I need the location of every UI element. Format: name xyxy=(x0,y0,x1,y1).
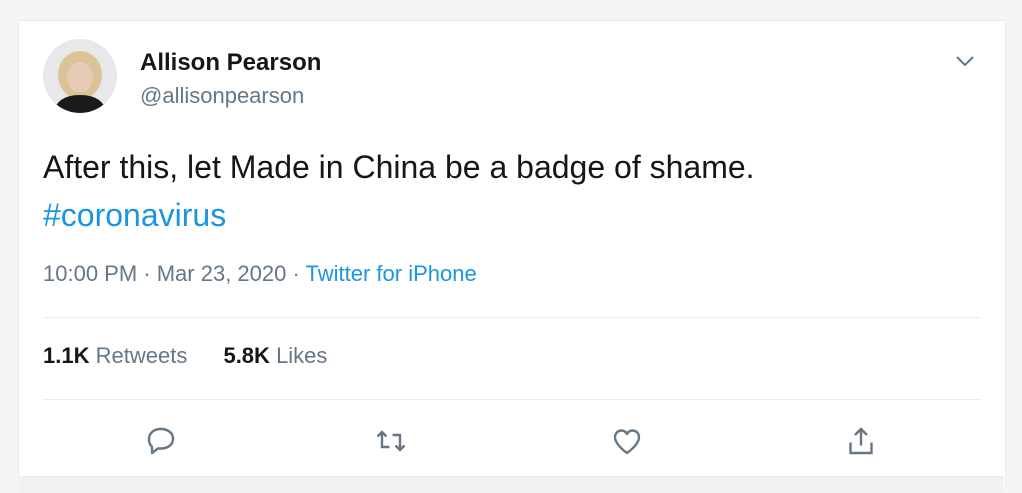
tweet-date[interactable]: Mar 23, 2020 xyxy=(157,261,287,286)
reply-icon[interactable] xyxy=(143,423,179,459)
hashtag-link[interactable]: #coronavirus xyxy=(43,191,755,239)
avatar[interactable] xyxy=(43,39,117,113)
like-icon[interactable] xyxy=(609,423,645,459)
divider xyxy=(43,317,981,318)
likes-count: 5.8K xyxy=(223,343,270,368)
divider xyxy=(43,399,981,400)
likes-label: Likes xyxy=(276,343,328,368)
retweets-stat[interactable]: 1.1K Retweets xyxy=(43,343,187,368)
tweet-source[interactable]: Twitter for iPhone xyxy=(306,261,477,286)
chevron-down-icon[interactable] xyxy=(953,49,977,73)
tweet-time[interactable]: 10:00 PM xyxy=(43,261,137,286)
tweet-stats: 1.1K Retweets 5.8K Likes xyxy=(43,343,357,369)
likes-stat[interactable]: 5.8K Likes xyxy=(223,343,327,368)
user-handle[interactable]: @allisonpearson xyxy=(140,83,304,109)
display-name[interactable]: Allison Pearson xyxy=(140,49,321,77)
next-item-edge xyxy=(18,476,1004,493)
tweet-text: After this, let Made in China be a badge… xyxy=(43,143,755,239)
tweet-card: Allison Pearson @allisonpearson After th… xyxy=(18,20,1006,487)
retweets-label: Retweets xyxy=(95,343,188,368)
tweet-body: After this, let Made in China be a badge… xyxy=(43,149,755,185)
share-icon[interactable] xyxy=(843,423,879,459)
meta-separator: · xyxy=(137,261,157,286)
retweets-count: 1.1K xyxy=(43,343,90,368)
retweet-icon[interactable] xyxy=(373,423,409,459)
meta-separator: · xyxy=(286,261,306,286)
tweet-meta: 10:00 PM · Mar 23, 2020 · Twitter for iP… xyxy=(43,261,477,287)
